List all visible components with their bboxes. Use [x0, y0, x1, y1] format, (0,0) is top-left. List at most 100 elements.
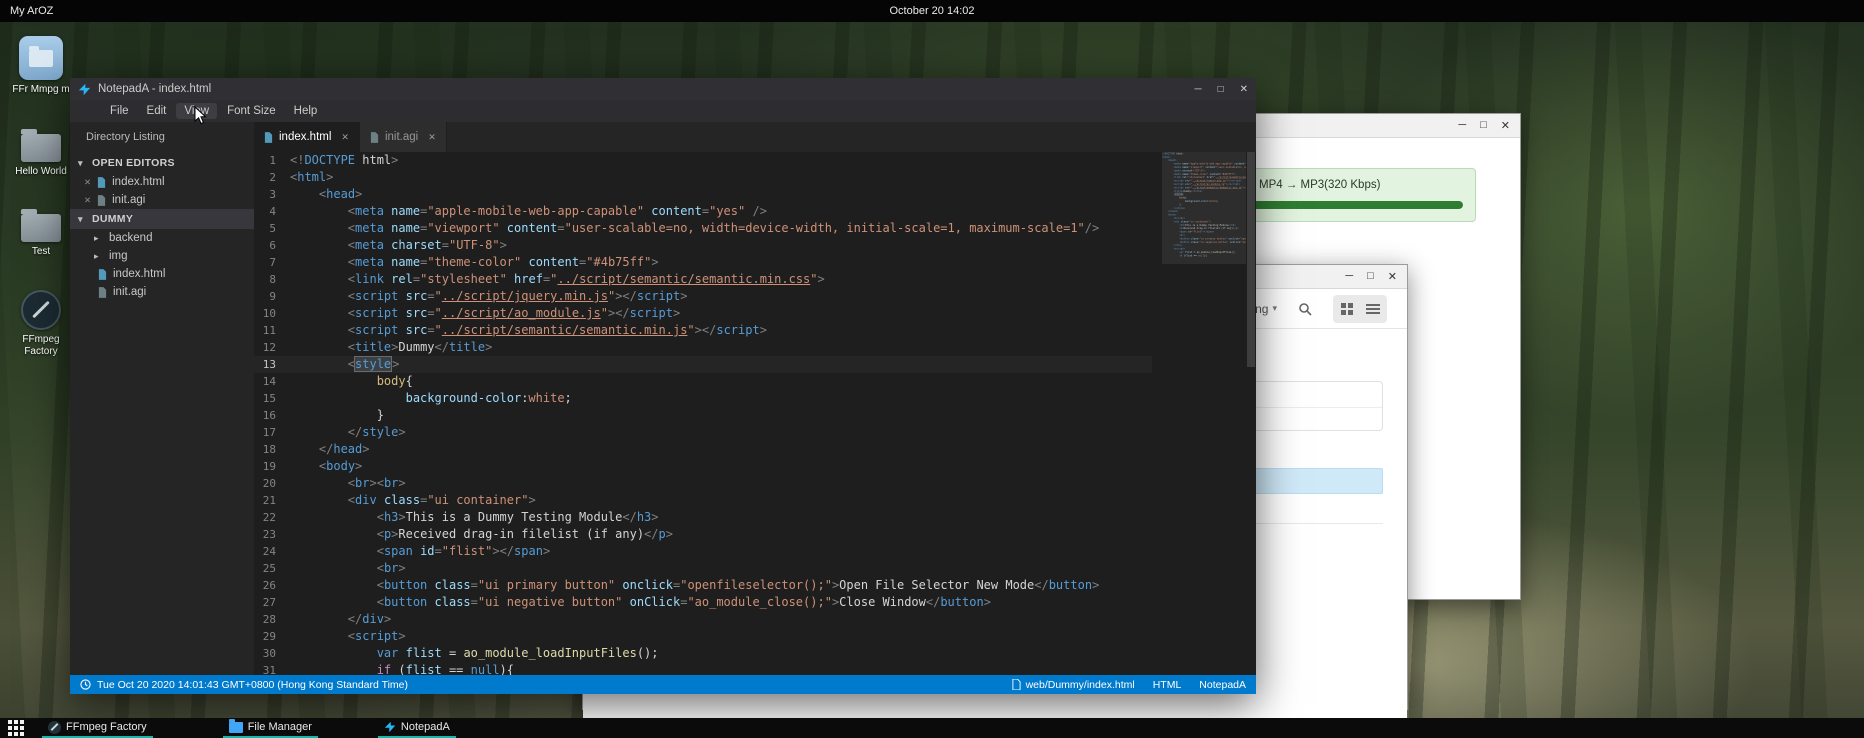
taskbar-item-file-manager[interactable]: File Manager — [223, 718, 318, 738]
scrollbar-thumb[interactable] — [1247, 152, 1255, 367]
file-manager-icon — [229, 722, 243, 733]
shortcut-label: FFmpeg Factory — [12, 334, 70, 357]
close-icon[interactable]: ✕ — [84, 195, 91, 206]
editor-scrollbar[interactable] — [1246, 152, 1256, 675]
grid-view-button[interactable] — [1335, 297, 1359, 321]
shortcut-label: Test — [32, 246, 50, 258]
file-name: index.html — [113, 268, 165, 280]
minimize-icon[interactable]: ─ — [1458, 119, 1466, 132]
taskbar-item-ffmpeg-factory[interactable]: FFmpeg Factory — [42, 718, 153, 738]
taskbar-item-label: File Manager — [248, 721, 312, 733]
sidebar-header: Directory Listing — [70, 122, 254, 153]
minimize-icon[interactable]: ─ — [1345, 270, 1353, 283]
close-icon[interactable]: ✕ — [84, 177, 91, 188]
tree-folder-img[interactable]: ▸ img — [70, 247, 254, 265]
agi-file-icon — [98, 287, 107, 298]
status-app-name: NotepadA — [1199, 679, 1246, 691]
folder-icon — [29, 50, 53, 67]
desktop-shortcut-hello-world[interactable]: Hello World — [6, 134, 76, 178]
close-icon[interactable]: ✕ — [1388, 270, 1397, 283]
apps-launcher-button[interactable] — [0, 718, 32, 738]
close-icon[interactable]: ✕ — [1240, 84, 1248, 95]
file-name: init.agi — [112, 194, 145, 206]
html-file-icon — [98, 269, 107, 280]
menu-file[interactable]: File — [102, 103, 137, 119]
tree-folder-dummy[interactable]: ▾ DUMMY — [70, 209, 254, 229]
file-icon — [1012, 679, 1021, 690]
desktop-shortcut-ffmpeg-factory[interactable]: FFmpeg Factory — [6, 290, 76, 357]
agi-file-icon — [97, 195, 106, 206]
close-icon[interactable]: ✕ — [341, 132, 349, 143]
notepada-icon — [384, 721, 396, 733]
window-titlebar[interactable]: NotepadA - index.html ─ □ ✕ — [70, 78, 1256, 100]
aroz-menu-button[interactable]: My ArOZ — [0, 5, 53, 17]
taskbar-item-label: FFmpeg Factory — [66, 721, 147, 733]
file-explorer-sidebar: Directory Listing ▾ OPEN EDITORS ✕ index… — [70, 122, 254, 675]
status-datetime: Tue Oct 20 2020 14:01:43 GMT+0800 (Hong … — [97, 679, 408, 691]
chevron-down-icon: ▾ — [78, 214, 87, 225]
search-icon — [1298, 302, 1312, 316]
taskbar: FFmpeg Factory File Manager NotepadA — [0, 718, 1864, 738]
open-editors-label: OPEN EDITORS — [92, 157, 175, 169]
tab-index-html[interactable]: index.html ✕ — [254, 122, 360, 152]
desktop-shortcut-1[interactable]: FFr Mmpg m — [6, 36, 76, 96]
notepada-window: NotepadA - index.html ─ □ ✕ File Edit Vi… — [70, 78, 1256, 694]
grid-view-icon — [1341, 303, 1353, 315]
code-area[interactable]: 1<!DOCTYPE html>2<html>3 <head>4 <meta n… — [254, 152, 1152, 675]
clock-icon — [80, 679, 91, 690]
chevron-right-icon: ▸ — [94, 251, 103, 262]
view-toggle-group — [1333, 295, 1387, 323]
chevron-down-icon: ▾ — [78, 158, 87, 169]
minimap[interactable]: <!DOCTYPE html><html> <head> <meta name=… — [1162, 152, 1246, 675]
close-icon[interactable]: ✕ — [1501, 119, 1510, 132]
folder-icon — [21, 134, 61, 162]
taskbar-item-notepada[interactable]: NotepadA — [378, 718, 456, 738]
shortcut-label: Hello World — [15, 166, 67, 178]
html-file-icon — [264, 132, 273, 143]
status-file-path[interactable]: web/Dummy/index.html — [1012, 679, 1135, 691]
folder-name: img — [109, 250, 128, 262]
menu-font-size[interactable]: Font Size — [219, 103, 284, 119]
maximize-icon[interactable]: □ — [1218, 84, 1224, 95]
open-editors-header[interactable]: ▾ OPEN EDITORS — [70, 153, 254, 173]
status-bar: Tue Oct 20 2020 14:01:43 GMT+0800 (Hong … — [70, 675, 1256, 694]
folder-name: backend — [109, 232, 152, 244]
app-folder-icon — [19, 36, 63, 80]
window-title: NotepadA - index.html — [98, 83, 211, 95]
tab-label: init.agi — [385, 131, 418, 143]
file-name: index.html — [112, 176, 164, 188]
menu-bar: File Edit View Font Size Help — [70, 100, 1256, 122]
open-editor-item-index-html[interactable]: ✕ index.html — [70, 173, 254, 191]
topbar-clock: October 20 14:02 — [889, 5, 974, 17]
html-file-icon — [97, 177, 106, 188]
menu-view[interactable]: View — [176, 103, 217, 119]
desktop: My ArOZ October 20 14:02 FFr Mmpg m Hell… — [0, 0, 1864, 738]
ffmpeg-factory-icon — [48, 721, 61, 734]
menu-help[interactable]: Help — [286, 103, 326, 119]
apps-grid-icon — [8, 720, 24, 736]
folder-name: DUMMY — [92, 213, 133, 225]
tree-folder-backend[interactable]: ▸ backend — [70, 229, 254, 247]
editor-tabbar: index.html ✕ init.agi ✕ — [254, 122, 1256, 152]
list-view-button[interactable] — [1361, 297, 1385, 321]
tree-file-init-agi[interactable]: init.agi — [70, 283, 254, 301]
minimap-viewport[interactable] — [1162, 152, 1246, 264]
minimize-icon[interactable]: ─ — [1194, 84, 1201, 95]
maximize-icon[interactable]: □ — [1480, 119, 1487, 132]
open-editor-item-init-agi[interactable]: ✕ init.agi — [70, 191, 254, 209]
status-language[interactable]: HTML — [1153, 679, 1182, 691]
search-button[interactable] — [1293, 297, 1317, 321]
tab-init-agi[interactable]: init.agi ✕ — [360, 122, 447, 152]
folder-icon — [21, 214, 61, 242]
desktop-shortcut-test[interactable]: Test — [6, 214, 76, 258]
notepada-logo-icon — [78, 83, 91, 96]
file-name: init.agi — [113, 286, 146, 298]
editor-pane: 1<!DOCTYPE html>2<html>3 <head>4 <meta n… — [254, 152, 1256, 675]
shortcut-label: FFr Mmpg m — [12, 84, 69, 96]
tree-file-index-html[interactable]: index.html — [70, 265, 254, 283]
close-icon[interactable]: ✕ — [428, 132, 436, 143]
taskbar-item-label: NotepadA — [401, 721, 450, 733]
list-view-icon — [1366, 304, 1380, 314]
menu-edit[interactable]: Edit — [139, 103, 175, 119]
maximize-icon[interactable]: □ — [1367, 270, 1374, 283]
